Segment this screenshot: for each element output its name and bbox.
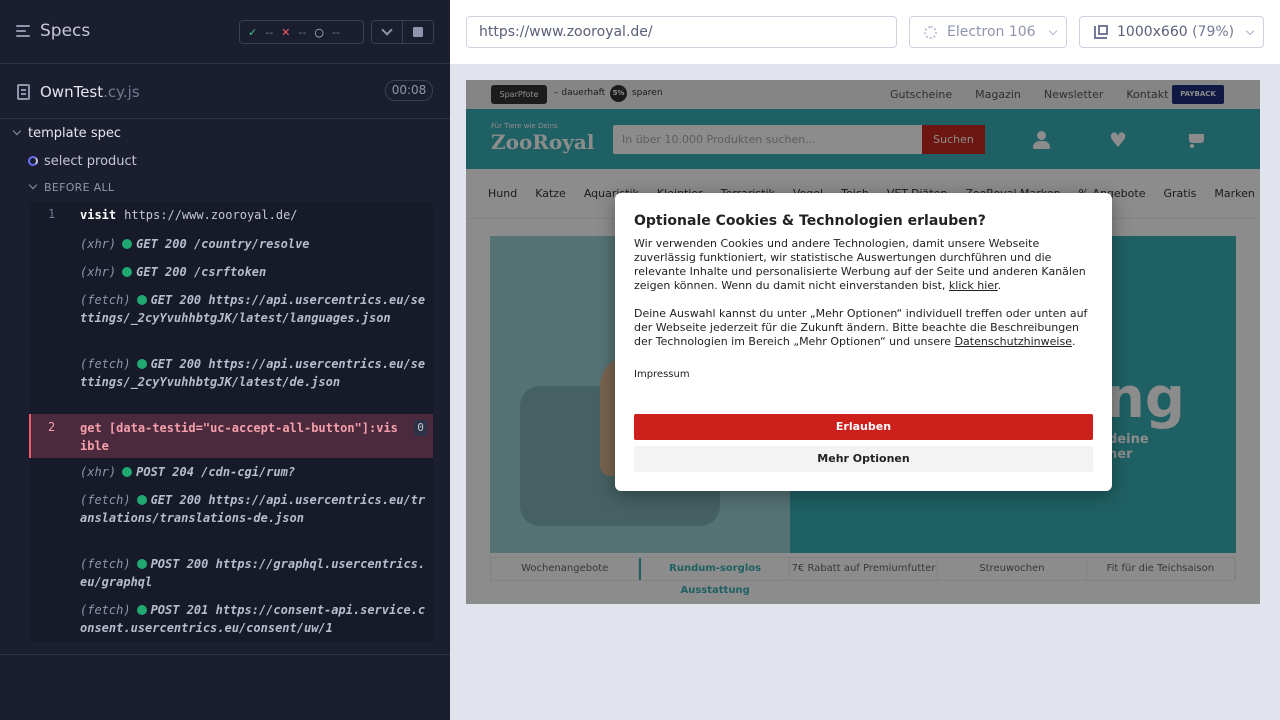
- spec-file-name: OwnTest.cy.js: [40, 83, 140, 101]
- document-icon: [17, 84, 30, 100]
- command-row[interactable]: (fetch) GET 200 https://api.usercentrics.…: [29, 288, 433, 348]
- aut-toolbar: https://www.zooroyal.de/ Electron 106 10…: [450, 0, 1280, 64]
- impressum-link[interactable]: Impressum: [634, 369, 1093, 380]
- reject-link[interactable]: klick hier: [949, 279, 998, 292]
- status-dot: [136, 559, 147, 569]
- status-dot: [122, 267, 133, 277]
- stop-icon: [413, 27, 423, 37]
- hook-title[interactable]: BEFORE ALL: [28, 180, 114, 194]
- command-row[interactable]: (xhr) GET 200 /country/resolve: [29, 232, 433, 258]
- privacy-link[interactable]: Datenschutzhinweise: [955, 335, 1072, 348]
- suite-title[interactable]: template spec: [12, 126, 121, 141]
- browser-icon: [924, 26, 937, 39]
- pending-count: --: [331, 25, 340, 39]
- stop-button[interactable]: [402, 20, 434, 44]
- consent-title: Optionale Cookies & Technologien erlaube…: [634, 213, 986, 229]
- command-log-panel: Specs ✓ -- ✕ -- ○ -- OwnTest.cy.js 00:08…: [0, 0, 450, 720]
- test-stats: ✓ -- ✕ -- ○ --: [239, 20, 364, 44]
- chevron-down-icon: [1245, 26, 1255, 36]
- collapse-button[interactable]: [371, 20, 403, 44]
- specs-list-icon[interactable]: [16, 24, 32, 40]
- status-dot: [136, 359, 147, 369]
- chevron-down-icon: [28, 180, 38, 190]
- ruler-icon: [1094, 25, 1108, 39]
- command-row[interactable]: (fetch) GET 200 https://api.usercentrics.…: [29, 488, 433, 548]
- accept-all-button[interactable]: Erlauben: [634, 414, 1093, 440]
- command-row[interactable]: (xhr) POST 204 /cdn-cgi/rum?: [29, 460, 433, 486]
- aut-url-field[interactable]: https://www.zooroyal.de/: [466, 16, 897, 48]
- running-spinner-icon: [28, 156, 38, 166]
- command-row[interactable]: 1 visit https://www.zooroyal.de/: [29, 202, 433, 228]
- command-row[interactable]: (fetch) GET 200 https://api.usercentrics.…: [29, 352, 433, 412]
- command-row[interactable]: (fetch) POST 200 https://graphql.usercent…: [29, 552, 433, 594]
- passed-icon: ✓: [248, 25, 258, 39]
- chevron-down-icon: [12, 126, 22, 136]
- test-title[interactable]: select product: [28, 154, 137, 169]
- browser-selector[interactable]: Electron 106: [909, 16, 1067, 48]
- command-row[interactable]: (xhr) GET 200 /csrftoken: [29, 260, 433, 286]
- chevron-down-icon: [381, 24, 393, 36]
- specs-header: Specs ✓ -- ✕ -- ○ --: [0, 0, 450, 64]
- consent-text-1: Wir verwenden Cookies und andere Technol…: [634, 237, 1086, 292]
- failed-count: --: [298, 25, 307, 39]
- viewport-selector[interactable]: 1000x660 (79%): [1079, 16, 1264, 48]
- more-options-button[interactable]: Mehr Optionen: [634, 446, 1093, 472]
- spec-file-row[interactable]: OwnTest.cy.js 00:08: [0, 65, 450, 119]
- divider: [0, 654, 450, 655]
- chevron-down-icon: [1048, 26, 1058, 36]
- status-dot: [136, 495, 147, 505]
- aut-iframe[interactable]: SparPfote – dauerhaft 5% sparen Gutschei…: [466, 80, 1260, 604]
- status-dot: [122, 467, 133, 477]
- aut-panel: https://www.zooroyal.de/ Electron 106 10…: [450, 0, 1280, 720]
- spec-duration: 00:08: [385, 80, 433, 101]
- failed-icon: ✕: [281, 25, 291, 39]
- command-list: 1 visit https://www.zooroyal.de/ (xhr) GET…: [29, 202, 433, 642]
- element-count-badge: 0: [414, 420, 427, 436]
- command-row-active[interactable]: 2 get [data-testid="uc-accept-all-button…: [29, 414, 433, 458]
- status-dot: [122, 239, 133, 249]
- specs-title[interactable]: Specs: [40, 21, 90, 41]
- command-row[interactable]: (fetch) POST 201 https://consent-api.serv…: [29, 598, 433, 642]
- consent-text-2: Deine Auswahl kannst du unter „Mehr Opti…: [634, 307, 1088, 348]
- status-dot: [136, 605, 147, 615]
- pending-icon: ○: [314, 25, 324, 39]
- cookie-consent-dialog: Optionale Cookies & Technologien erlaube…: [615, 193, 1112, 491]
- status-dot: [136, 295, 147, 305]
- cypress-runner: Specs ✓ -- ✕ -- ○ -- OwnTest.cy.js 00:08…: [0, 0, 1280, 720]
- passed-count: --: [265, 25, 274, 39]
